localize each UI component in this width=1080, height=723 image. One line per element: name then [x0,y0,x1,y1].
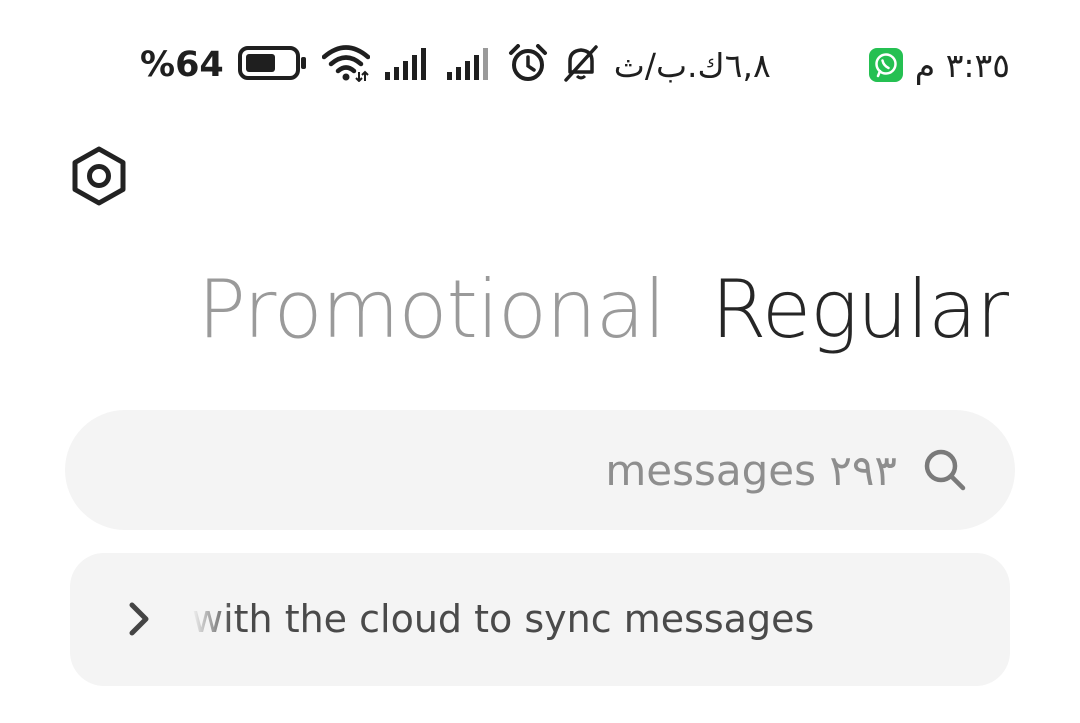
tab-regular[interactable]: Regular [711,270,1009,350]
wifi-icon [321,44,371,86]
search-content: messages ٢٩٣ [605,410,967,530]
status-bar: %64 ٦,٨ك.ب/ث ٣:٣٥ م [0,0,1080,130]
search-icon [923,448,967,492]
bell-off-icon [562,44,600,86]
sync-banner-text: with the cloud to sync messages [192,597,815,641]
settings-icon[interactable] [70,146,128,206]
network-speed: ٦,٨ك.ب/ث [613,45,771,85]
tab-promotional[interactable]: Promotional [198,270,666,350]
status-bar-right: ٣:٣٥ م [868,40,1010,90]
whatsapp-icon [868,48,903,82]
search-bar[interactable]: messages ٢٩٣ [65,410,1015,530]
signal-icon [384,46,432,84]
message-tabs: Promotional Regular [198,270,1009,350]
battery-percent: %64 [140,45,224,85]
search-placeholder: messages ٢٩٣ [605,445,897,495]
status-bar-left: %64 ٦,٨ك.ب/ث [140,40,771,90]
battery-icon [237,45,308,85]
signal-icon [446,46,494,84]
chevron-right-icon [124,597,154,641]
status-time: ٣:٣٥ م [914,45,1010,85]
alarm-icon [508,44,548,86]
cloud-sync-banner[interactable]: with the cloud to sync messages [70,553,1010,686]
